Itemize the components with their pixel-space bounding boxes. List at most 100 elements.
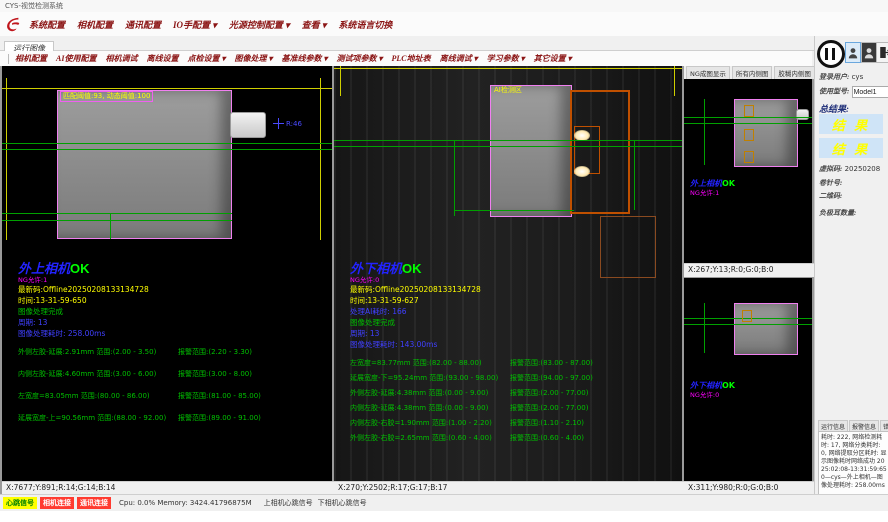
toolbar-button[interactable]: 其它设置 ▾	[534, 53, 572, 64]
pause-icon	[832, 48, 835, 60]
ng-allow-label: NG允许:1	[690, 190, 735, 197]
guide-line-yellow	[340, 66, 341, 96]
toolbar-button[interactable]: 基准线参数 ▾	[281, 53, 327, 64]
alarm-range-label: 报警范围:(89.00 - 91.00)	[178, 413, 261, 423]
small-view-tab[interactable]: 胶糊内侧图	[774, 66, 815, 79]
bottom-camera-status-link[interactable]: 下相机心跳信号	[318, 498, 367, 508]
small-top-camera-view[interactable]: 外上相机OK NG允许:1	[684, 79, 812, 263]
measurement-row: 外侧左胶-延展:2.91mm 范围:(2.00 - 3.50) 报警范围:(2.…	[18, 347, 261, 357]
app-window: CYS-视觉检测系统 系统配置 相机配置 通讯配置 IO手配置 ▾ 光源控制配置…	[0, 0, 888, 510]
measurement-value-label: 外侧左胶-延展:2.91mm 范围:(2.00 - 3.50)	[18, 347, 178, 357]
heartbeat-status-badge: 心跳信号	[3, 497, 37, 509]
left-camera-view[interactable]: 匹配阈值:93, 动态阈值:100 R:46 外上相机OK NG允许:1 最新码…	[2, 66, 332, 481]
pause-button[interactable]	[817, 40, 845, 68]
guide-line-yellow	[6, 78, 7, 240]
measure-line-green	[2, 220, 232, 221]
small-view-tab[interactable]: 所有内侧图	[732, 66, 773, 79]
alarm-range-label: 报警范围:(3.00 - 8.00)	[178, 369, 252, 379]
roi-box-orange	[744, 129, 754, 141]
alarm-range-label: 报警范围:(81.00 - 85.00)	[178, 391, 261, 401]
small-top-result: 外上相机OK NG允许:1	[690, 171, 735, 197]
measure-line-green	[334, 146, 682, 147]
alarm-range-label: 报警范围:(2.00 - 77.00)	[510, 403, 588, 413]
user-logout-button[interactable]	[861, 42, 877, 63]
elapsed-label: 图像处理耗时: 258.00ms	[18, 328, 261, 339]
camera-connection-badge: 相机连接	[40, 497, 74, 509]
menu-item[interactable]: 相机配置	[77, 18, 113, 31]
toolbar-button[interactable]: 点检设置 ▾	[187, 53, 225, 64]
virtual-code-label: 虚拟码:	[819, 165, 842, 173]
toolbar-button[interactable]: 学习参数 ▾	[487, 53, 525, 64]
measure-line-green	[2, 143, 332, 144]
menu-item[interactable]: 光源控制配置 ▾	[229, 18, 290, 31]
alarm-range-label: 报警范围:(2.20 - 3.30)	[178, 347, 252, 357]
middle-camera-view[interactable]: AI检测区 外下相机OK NG允许:0 最新码:Offline202502081…	[334, 66, 682, 481]
guide-line-yellow	[674, 66, 675, 96]
menu-item[interactable]: 系统语言切换	[338, 18, 392, 31]
measure-line-green	[334, 140, 682, 141]
status-ok-label: OK	[402, 261, 422, 276]
measurement-row: 左宽度=83.77mm 范围:(82.00 - 88.00) 报警范围:(83.…	[350, 358, 593, 368]
menu-item[interactable]: IO手配置 ▾	[173, 18, 217, 31]
process-done-label: 图像处理完成	[350, 317, 593, 328]
window-title: CYS-视觉检测系统	[5, 2, 63, 10]
toolbar-button[interactable]: 相机配置	[15, 53, 47, 64]
small-view-tab[interactable]: NG成图显示	[686, 66, 730, 79]
exit-button[interactable]	[876, 42, 888, 63]
measurement-value-label: 内侧左胶-右胶=1.90mm 范围:(1.00 - 2.20)	[350, 418, 510, 428]
camera-name-label: 外下相机	[350, 261, 402, 276]
crosshair-icon	[273, 123, 284, 124]
tab-bar: 运行图像	[0, 36, 888, 51]
measure-line-green	[2, 213, 232, 214]
toolbar-button[interactable]: 相机调试	[105, 53, 137, 64]
measurement-value-label: 内侧左胶-延展:4.38mm 范围:(0.00 - 9.00)	[350, 403, 510, 413]
menu-item[interactable]: 查看 ▾	[302, 18, 327, 31]
measurement-row: 外侧左胶-延展:4.38mm 范围:(0.00 - 9.00) 报警范围:(2.…	[350, 388, 593, 398]
cycle-label: 周期: 13	[18, 317, 261, 328]
alarm-range-label: 报警范围:(83.00 - 87.00)	[510, 358, 593, 368]
measurement-value-label: 外侧左胶-延展:4.38mm 范围:(0.00 - 9.00)	[350, 388, 510, 398]
measurement-row: 左宽度=83.05mm 范围:(80.00 - 86.00) 报警范围:(81.…	[18, 391, 261, 401]
barcode-label: 最新码:Offline20250208133134728	[350, 284, 593, 295]
needle-number-label: 卷针号:	[819, 178, 842, 188]
tab-count-label: 负极耳数量:	[819, 208, 856, 218]
connector-tab	[230, 112, 266, 138]
alarm-range-label: 报警范围:(1.10 - 2.10)	[510, 418, 584, 428]
camera-name-label: 外上相机	[18, 261, 70, 276]
model-row: 使用型号:	[819, 86, 888, 98]
alarm-range-label: 报警范围:(0.60 - 4.00)	[510, 433, 584, 443]
ai-elapsed-label: 处理AI耗时: 166	[350, 306, 593, 317]
menu-item[interactable]: 系统配置	[29, 18, 65, 31]
small-bottom-camera-view[interactable]: 外下相机OK NG允许:0	[684, 278, 812, 481]
right-control-panel: 登录用户: cys 使用型号: 总结果: 结 果 结 果 虚拟码: 202502…	[814, 36, 888, 508]
elapsed-label: 图像处理耗时: 143.00ms	[350, 339, 593, 350]
menu-item[interactable]: 通讯配置	[125, 18, 161, 31]
top-camera-status-link[interactable]: 上相机心跳信号	[264, 498, 313, 508]
process-done-label: 图像处理完成	[18, 306, 261, 317]
ng-allow-label: NG允许:0	[350, 277, 593, 284]
radius-overlay-label: R:46	[286, 120, 302, 128]
toolbar-button[interactable]: 图像处理 ▾	[234, 53, 272, 64]
toolbar-button[interactable]: 离线调试 ▾	[440, 53, 478, 64]
result-box-bottom: 结 果	[819, 138, 883, 158]
model-input[interactable]	[852, 86, 888, 98]
status-ok-label: OK	[70, 261, 90, 276]
toolbar-button[interactable]: PLC地址表	[392, 53, 431, 64]
weld-glare-spot	[574, 166, 590, 177]
status-ok-label: OK	[722, 381, 735, 390]
camera-image	[490, 85, 572, 217]
toolbar-button[interactable]: 测试项参数 ▾	[337, 53, 383, 64]
measurement-list: 左宽度=83.77mm 范围:(82.00 - 88.00) 报警范围:(83.…	[350, 358, 593, 443]
ai-zone-overlay-label: AI检测区	[494, 86, 522, 95]
qr-code-label: 二维码:	[819, 191, 842, 201]
toolbar-button[interactable]: AI使用配置	[56, 53, 96, 64]
measure-line-green	[704, 99, 705, 165]
user-dark-icon	[864, 47, 874, 59]
toolbar: 相机配置 AI使用配置 相机调试 离线设置 点检设置 ▾ 图像处理 ▾ 基准线参…	[0, 51, 812, 67]
middle-pixel-coords: X:270;Y:2502;R:17;G:17;B:17	[334, 481, 686, 495]
user-login-button[interactable]	[845, 42, 861, 63]
virtual-code-row: 虚拟码: 20250208	[819, 164, 880, 174]
measurement-list: 外侧左胶-延展:2.91mm 范围:(2.00 - 3.50) 报警范围:(2.…	[18, 347, 261, 423]
toolbar-button[interactable]: 离线设置	[146, 53, 178, 64]
result-box-top: 结 果	[819, 114, 883, 134]
